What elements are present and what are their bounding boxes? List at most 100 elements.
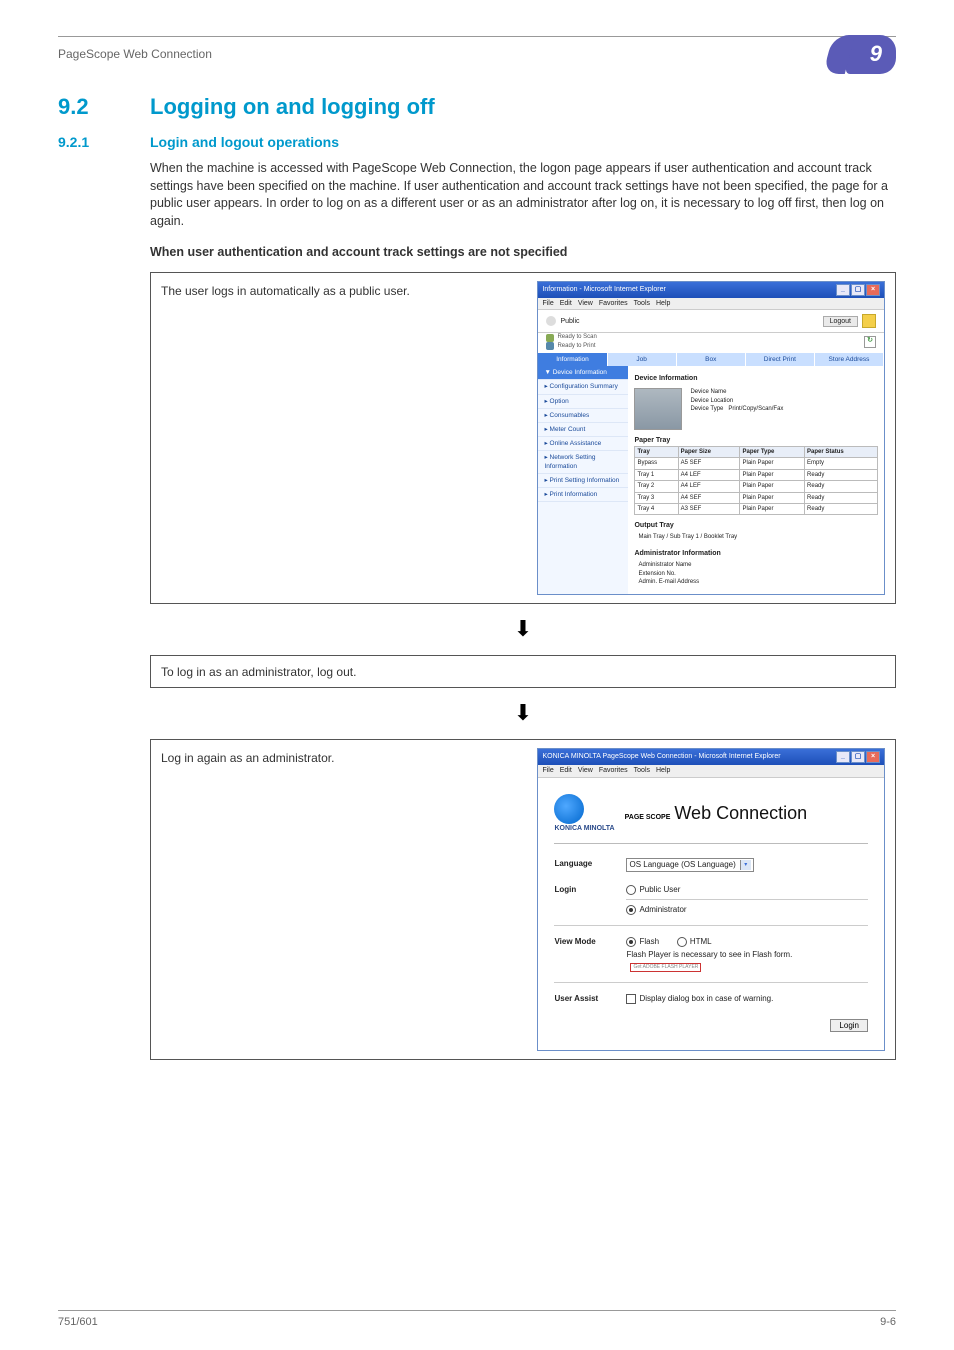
nav-config-summary[interactable]: ▸ Configuration Summary <box>538 380 628 394</box>
login-form: Language OS Language (OS Language) ▾ Log… <box>554 844 868 1039</box>
print-status-icon <box>546 342 554 350</box>
dev-type-value: Print/Copy/Scan/Fax <box>728 406 783 412</box>
step-box-2: To log in as an administrator, log out. <box>150 655 896 688</box>
nav-print-info[interactable]: ▸ Print Information <box>538 488 628 502</box>
tab-store-address[interactable]: Store Address <box>815 353 884 366</box>
tab-job[interactable]: Job <box>608 353 677 366</box>
login-button[interactable]: Login <box>830 1019 868 1032</box>
radio-flash[interactable] <box>626 937 636 947</box>
menu-file[interactable]: File <box>542 299 553 309</box>
nav-network-setting[interactable]: ▸ Network Setting Information <box>538 451 628 474</box>
h2-number: 9.2 <box>58 92 150 123</box>
breadcrumb: PageScope Web Connection <box>58 46 212 63</box>
tab-strip: Information Job Box Direct Print Store A… <box>538 353 884 366</box>
help-button[interactable] <box>862 314 876 328</box>
subheading: When user authentication and account tra… <box>150 244 896 262</box>
dev-location-label: Device Location <box>690 398 733 404</box>
paper-tray-table: Tray Paper Size Paper Type Paper Status … <box>634 446 878 515</box>
side-nav: ▼ Device Information ▸ Configuration Sum… <box>538 366 628 594</box>
arrow-down-icon: ⬇ <box>150 698 896 729</box>
language-label: Language <box>554 858 626 869</box>
step-box-1: The user logs in automatically as a publ… <box>150 272 896 605</box>
nav-meter-count[interactable]: ▸ Meter Count <box>538 423 628 437</box>
menu-favorites[interactable]: Favorites <box>599 299 628 309</box>
radio-public-user[interactable] <box>626 885 636 895</box>
radio-html-label: HTML <box>690 937 712 946</box>
ie-title-text: KONICA MINOLTA PageScope Web Connection … <box>542 752 780 762</box>
table-row: Tray 2A4 LEFPlain PaperReady <box>635 481 878 492</box>
h3-number: 9.2.1 <box>58 133 150 153</box>
user-icon <box>546 316 556 326</box>
menu-file[interactable]: File <box>542 766 553 776</box>
h3-heading: 9.2.1Login and logout operations <box>58 133 896 153</box>
h2-title: Logging on and logging off <box>150 94 435 119</box>
panel-title: Device Information <box>634 374 878 384</box>
refresh-button[interactable]: ↻ <box>864 336 876 348</box>
ie-title-text: Information - Microsoft Internet Explore… <box>542 285 665 295</box>
arrow-down-icon: ⬇ <box>150 614 896 645</box>
scan-status: Ready to Scan <box>557 333 596 341</box>
h2-heading: 9.2Logging on and logging off <box>58 92 896 123</box>
chapter-badge: 9 <box>846 35 896 74</box>
menu-help[interactable]: Help <box>656 299 670 309</box>
pt-h-tray: Tray <box>635 446 678 457</box>
footer-left: 751/601 <box>58 1315 98 1330</box>
step3-caption: Log in again as an administrator. <box>161 748 537 767</box>
tab-direct-print[interactable]: Direct Print <box>746 353 815 366</box>
step-box-3: Log in again as an administrator. KONICA… <box>150 739 896 1060</box>
admin-mail-label: Admin. E-mail Address <box>638 578 874 586</box>
radio-administrator[interactable] <box>626 905 636 915</box>
menu-favorites[interactable]: Favorites <box>599 766 628 776</box>
device-image <box>634 388 682 430</box>
admin-ext-label: Extension No. <box>638 570 874 578</box>
admin-name-label: Administrator Name <box>638 561 874 569</box>
menu-help[interactable]: Help <box>656 766 670 776</box>
brand-header: KONICA MINOLTA PAGE SCOPE Web Connection <box>554 794 868 845</box>
ie-titlebar: Information - Microsoft Internet Explore… <box>538 282 884 298</box>
output-tray-value: Main Tray / Sub Tray 1 / Booklet Tray <box>634 531 878 543</box>
output-tray-heading: Output Tray <box>634 521 878 531</box>
table-row: Tray 3A4 SEFPlain PaperReady <box>635 492 878 503</box>
nav-print-setting[interactable]: ▸ Print Setting Information <box>538 474 628 488</box>
checkbox-warning-dialog[interactable] <box>626 994 636 1004</box>
radio-html[interactable] <box>677 937 687 947</box>
h3-title: Login and logout operations <box>150 134 339 150</box>
ie-window-info: Information - Microsoft Internet Explore… <box>537 281 885 596</box>
viewmode-label: View Mode <box>554 936 626 947</box>
radio-public-user-label: Public User <box>639 885 680 894</box>
pt-h-size: Paper Size <box>678 446 740 457</box>
radio-administrator-label: Administrator <box>639 905 686 914</box>
admin-info-heading: Administrator Information <box>634 549 878 559</box>
menu-view[interactable]: View <box>578 766 593 776</box>
maximize-icon[interactable]: ▢ <box>851 751 865 763</box>
tab-information[interactable]: Information <box>538 353 607 366</box>
maximize-icon[interactable]: ▢ <box>851 284 865 296</box>
step2-caption: To log in as an administrator, log out. <box>161 662 885 681</box>
checkbox-warning-label: Display dialog box in case of warning. <box>639 994 773 1003</box>
menu-edit[interactable]: Edit <box>560 766 572 776</box>
nav-device-info[interactable]: ▼ Device Information <box>538 366 628 380</box>
paper-tray-heading: Paper Tray <box>634 436 878 446</box>
radio-flash-label: Flash <box>639 937 659 946</box>
nav-consumables[interactable]: ▸ Consumables <box>538 409 628 423</box>
brand-name: KONICA MINOLTA <box>554 824 614 834</box>
minimize-icon[interactable]: _ <box>836 751 850 763</box>
step1-caption: The user logs in automatically as a publ… <box>161 281 537 300</box>
close-icon[interactable]: × <box>866 751 880 763</box>
close-icon[interactable]: × <box>866 284 880 296</box>
nav-online-assist[interactable]: ▸ Online Assistance <box>538 437 628 451</box>
menu-view[interactable]: View <box>578 299 593 309</box>
table-row: Tray 1A4 LEFPlain PaperReady <box>635 469 878 480</box>
menu-edit[interactable]: Edit <box>560 299 572 309</box>
flash-player-badge[interactable]: Get ADOBE FLASH PLAYER <box>630 963 701 972</box>
menu-tools[interactable]: Tools <box>634 299 650 309</box>
language-select[interactable]: OS Language (OS Language) ▾ <box>626 858 753 871</box>
nav-option[interactable]: ▸ Option <box>538 395 628 409</box>
menu-tools[interactable]: Tools <box>634 766 650 776</box>
brand-logo-icon <box>554 794 584 824</box>
login-label: Login <box>554 884 626 895</box>
minimize-icon[interactable]: _ <box>836 284 850 296</box>
webconnection-label: Web Connection <box>674 801 807 826</box>
logout-button[interactable]: Logout <box>823 316 858 328</box>
tab-box[interactable]: Box <box>677 353 746 366</box>
